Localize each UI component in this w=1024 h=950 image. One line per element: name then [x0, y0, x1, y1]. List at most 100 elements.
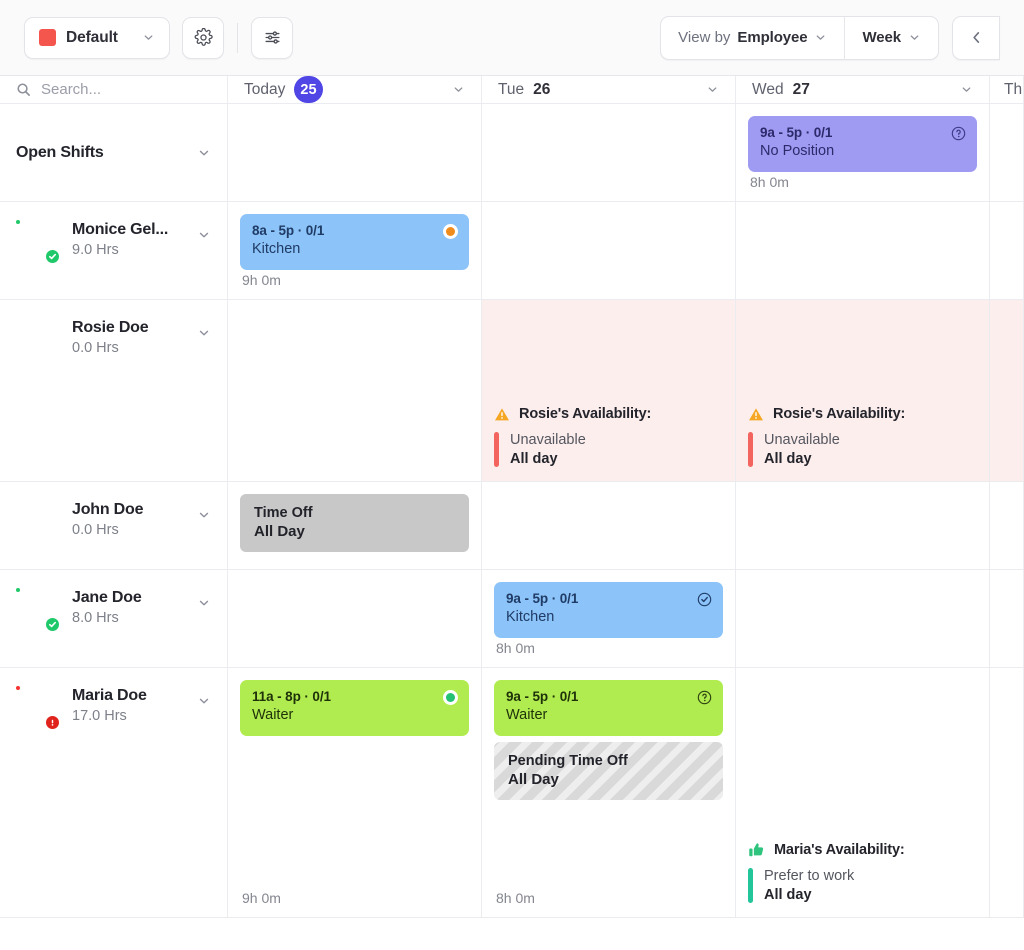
shift-status-icon[interactable]: [951, 126, 966, 141]
chevron-left-icon: [969, 30, 984, 45]
pending-time-off-card[interactable]: Pending Time Off All Day: [494, 742, 723, 800]
schedule-cell[interactable]: [482, 104, 736, 202]
schedule-cell[interactable]: [228, 300, 482, 482]
search-column-header: [0, 76, 228, 104]
view-by-value: Employee: [737, 29, 807, 46]
status-badge-approved: [44, 248, 61, 265]
availability-header: Rosie's Availability:: [748, 406, 977, 422]
employee-row-header: Monice Gel... 9.0 Hrs: [0, 202, 228, 300]
employee-name: John Doe: [72, 501, 185, 519]
chevron-down-icon[interactable]: [452, 83, 465, 96]
schedule-cell[interactable]: [736, 202, 990, 300]
pending-time-off-title: Pending Time Off: [508, 753, 709, 769]
schedule-cell[interactable]: [990, 104, 1024, 202]
availability-body: UnavailableAll day: [748, 432, 977, 467]
availability-text: UnavailableAll day: [510, 432, 586, 467]
schedule-cell[interactable]: 8a - 5p · 0/1Kitchen9h 0m: [228, 202, 482, 300]
view-by-selector[interactable]: View by Employee: [661, 17, 844, 59]
chevron-down-icon[interactable]: [197, 326, 211, 340]
availability-header: Rosie's Availability:: [494, 406, 723, 422]
time-off-card[interactable]: Time OffAll Day: [240, 494, 469, 552]
settings-button[interactable]: [182, 17, 224, 59]
shift-card[interactable]: 9a - 5p · 0/1Kitchen: [494, 582, 723, 638]
employee-row-header: Jane Doe8.0 Hrs: [0, 570, 228, 668]
day-header-label-group: Wed 27: [752, 81, 810, 99]
availability-text: UnavailableAll day: [764, 432, 840, 467]
availability-block[interactable]: Rosie's Availability: UnavailableAll day: [748, 406, 977, 481]
schedule-cell[interactable]: Time OffAll Day: [228, 482, 482, 570]
search-input[interactable]: [41, 81, 240, 98]
schedule-cell[interactable]: [228, 104, 482, 202]
availability-body: Prefer to workAll day: [748, 868, 977, 903]
exclamation-icon: [48, 718, 57, 727]
schedule-cell[interactable]: [228, 570, 482, 668]
availability-color-bar: [748, 868, 753, 903]
chevron-down-icon[interactable]: [197, 228, 211, 242]
schedule-cell[interactable]: 11a - 8p · 0/1Waiter9h 0m: [228, 668, 482, 918]
time-off-title: Time Off: [254, 505, 455, 521]
shift-status-icon[interactable]: [697, 690, 712, 705]
schedule-cell[interactable]: [990, 300, 1024, 482]
previous-period-button[interactable]: [952, 16, 1000, 60]
schedule-cell[interactable]: [736, 482, 990, 570]
shift-time: 9a - 5p · 0/1: [760, 125, 965, 140]
day-header-thu[interactable]: Th: [990, 76, 1024, 104]
avatar[interactable]: [16, 588, 60, 632]
schedule-cell[interactable]: 9a - 5p · 0/1No Position8h 0m: [736, 104, 990, 202]
shift-status-icon[interactable]: [443, 224, 458, 239]
shift-time: 8a - 5p · 0/1: [252, 223, 457, 238]
schedule-preset-button[interactable]: Default: [24, 17, 170, 59]
day-header-tue[interactable]: Tue 26: [482, 76, 736, 104]
chevron-down-icon[interactable]: [197, 508, 211, 522]
shift-position: No Position: [760, 143, 965, 159]
shift-card[interactable]: 9a - 5p · 0/1 No Position: [748, 116, 977, 172]
chevron-down-icon[interactable]: [197, 596, 211, 610]
chevron-down-icon[interactable]: [197, 146, 211, 160]
filters-button[interactable]: [251, 17, 293, 59]
shift-position: Kitchen: [506, 609, 711, 625]
employee-name: Monice Gel...: [72, 221, 185, 239]
view-by-label: View by: [678, 29, 730, 46]
day-header-today[interactable]: Today 25: [228, 76, 482, 104]
chevron-down-icon[interactable]: [706, 83, 719, 96]
schedule-grid: Today 25 Tue 26 Wed 27 Th Open Shifts 9a …: [0, 76, 1024, 918]
pending-time-off-duration: All Day: [508, 771, 709, 788]
schedule-cell[interactable]: 9a - 5p · 0/1Kitchen8h 0m: [482, 570, 736, 668]
day-header-wed[interactable]: Wed 27: [736, 76, 990, 104]
employee-hours: 9.0 Hrs: [72, 242, 185, 258]
shift-card[interactable]: 9a - 5p · 0/1Waiter: [494, 680, 723, 736]
shift-status-icon[interactable]: [697, 592, 712, 607]
warning-triangle-icon: [748, 407, 764, 422]
chevron-down-icon[interactable]: [960, 83, 973, 96]
check-circle-icon: [697, 592, 712, 607]
shift-card[interactable]: 8a - 5p · 0/1Kitchen: [240, 214, 469, 270]
warning-triangle-icon: [494, 407, 510, 422]
open-shifts-label: Open Shifts: [16, 144, 185, 162]
schedule-cell[interactable]: [990, 482, 1024, 570]
availability-block[interactable]: Rosie's Availability: UnavailableAll day: [494, 406, 723, 481]
schedule-cell[interactable]: Rosie's Availability: UnavailableAll day: [736, 300, 990, 482]
avatar[interactable]: [16, 220, 60, 264]
schedule-cell[interactable]: [482, 202, 736, 300]
schedule-cell[interactable]: Maria's Availability:Prefer to workAll d…: [736, 668, 990, 918]
schedule-cell[interactable]: [990, 668, 1024, 918]
schedule-cell[interactable]: Rosie's Availability: UnavailableAll day: [482, 300, 736, 482]
chevron-down-icon: [142, 31, 155, 44]
chevron-down-icon[interactable]: [197, 694, 211, 708]
status-badge-approved: [44, 616, 61, 633]
schedule-cell[interactable]: [482, 482, 736, 570]
schedule-cell[interactable]: [990, 570, 1024, 668]
employee-row-header: John Doe0.0 Hrs: [0, 482, 228, 570]
availability-block[interactable]: Maria's Availability:Prefer to workAll d…: [748, 842, 977, 917]
schedule-cell[interactable]: [990, 202, 1024, 300]
avatar[interactable]: [16, 686, 60, 730]
question-circle-icon: [697, 690, 712, 705]
range-selector[interactable]: Week: [844, 17, 938, 59]
schedule-cell[interactable]: 9a - 5p · 0/1Waiter Pending Time Off All D…: [482, 668, 736, 918]
shift-status-icon[interactable]: [443, 690, 458, 705]
avatar[interactable]: [16, 318, 60, 362]
shift-card[interactable]: 11a - 8p · 0/1Waiter: [240, 680, 469, 736]
gear-icon: [194, 28, 213, 47]
schedule-cell[interactable]: [736, 570, 990, 668]
avatar[interactable]: [16, 500, 60, 544]
